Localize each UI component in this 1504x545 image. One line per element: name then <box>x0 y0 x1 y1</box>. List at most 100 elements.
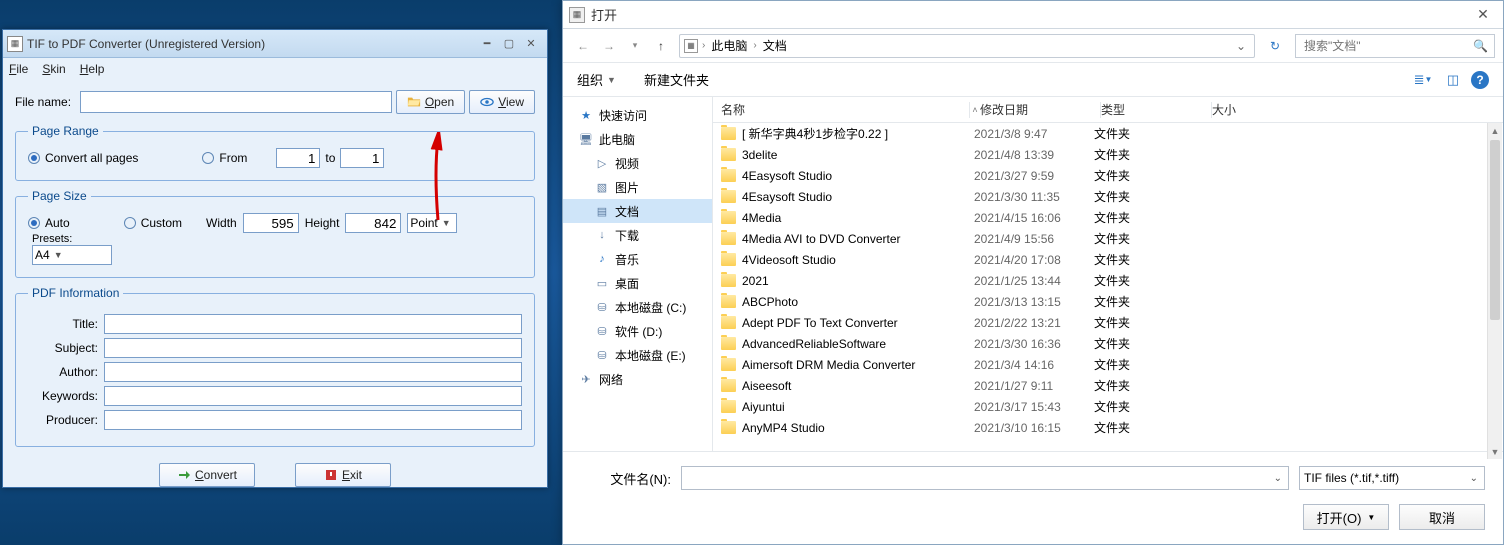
star-icon: ★ <box>579 108 593 122</box>
sidebar-item[interactable]: ▷视频 <box>563 151 712 175</box>
radio-from[interactable]: From <box>202 151 247 165</box>
scroll-thumb[interactable] <box>1490 140 1500 320</box>
column-type[interactable]: 类型 <box>1101 101 1211 118</box>
chevron-down-icon[interactable]: ⌄ <box>1468 473 1480 484</box>
title-input[interactable] <box>104 314 522 334</box>
sidebar-item[interactable]: ✈网络 <box>563 367 712 391</box>
radio-convert-all[interactable]: Convert all pages <box>28 151 138 165</box>
view-mode-button[interactable]: ≣ ▼ <box>1411 68 1435 92</box>
page-range-legend: Page Range <box>28 124 103 138</box>
author-label: Author: <box>28 365 98 379</box>
vertical-scrollbar[interactable]: ▲ ▼ <box>1487 123 1502 459</box>
nav-forward-button[interactable]: → <box>597 34 621 58</box>
filename-combo[interactable]: ⌄ <box>681 466 1289 490</box>
file-input[interactable] <box>80 91 392 113</box>
file-row[interactable]: Aimersoft DRM Media Converter2021/3/4 14… <box>713 354 1503 375</box>
nav-back-button[interactable]: ← <box>571 34 595 58</box>
to-input[interactable] <box>340 148 384 168</box>
refresh-button[interactable]: ↻ <box>1263 34 1287 58</box>
breadcrumb-this-pc[interactable]: 此电脑 <box>707 37 751 54</box>
column-name[interactable]: 名称 <box>713 101 969 118</box>
file-row[interactable]: 4Videosoft Studio2021/4/20 17:08文件夹 <box>713 249 1503 270</box>
help-button[interactable]: ? <box>1471 71 1489 89</box>
file-row[interactable]: Aiyuntui2021/3/17 15:43文件夹 <box>713 396 1503 417</box>
breadcrumb-documents[interactable]: 文档 <box>759 37 791 54</box>
radio-custom[interactable]: Custom <box>124 216 182 230</box>
sidebar-item[interactable]: ▤文档 <box>563 199 712 223</box>
sidebar-item[interactable]: ⛁本地磁盘 (E:) <box>563 343 712 367</box>
menu-skin[interactable]: Skin <box>42 62 65 76</box>
filter-combo[interactable]: TIF files (*.tif,*.tiff) ⌄ <box>1299 466 1485 490</box>
exit-button[interactable]: Exit <box>295 463 391 487</box>
file-row[interactable]: 4Media AVI to DVD Converter2021/4/9 15:5… <box>713 228 1503 249</box>
close-button[interactable]: ✕ <box>521 36 541 52</box>
radio-auto[interactable]: Auto <box>28 216 70 230</box>
nav-recent-button[interactable]: ▾ <box>623 34 647 58</box>
file-row[interactable]: 20212021/1/25 13:44文件夹 <box>713 270 1503 291</box>
sidebar-item[interactable]: ▭桌面 <box>563 271 712 295</box>
file-row[interactable]: Aiseesoft2021/1/27 9:11文件夹 <box>713 375 1503 396</box>
sidebar-item[interactable]: ↓下载 <box>563 223 712 247</box>
subject-input[interactable] <box>104 338 522 358</box>
sidebar-item-label: 软件 (D:) <box>615 323 662 340</box>
sidebar-item[interactable]: 🖥此电脑 <box>563 127 712 151</box>
file-row[interactable]: [ 新华字典4秒1步检字0.22 ]2021/3/8 9:47文件夹 <box>713 123 1503 144</box>
unit-select[interactable]: Point ▼ <box>407 213 457 233</box>
organize-menu[interactable]: 组织 ▼ <box>577 70 616 89</box>
author-input[interactable] <box>104 362 522 382</box>
minimize-button[interactable]: ━ <box>477 36 497 52</box>
page-size-legend: Page Size <box>28 189 91 203</box>
menu-help[interactable]: Help <box>80 62 105 76</box>
column-date[interactable]: 修改日期 <box>980 101 1100 118</box>
file-row[interactable]: AnyMP4 Studio2021/3/10 16:15文件夹 <box>713 417 1503 438</box>
dialog-open-button[interactable]: 打开(O) ▼ <box>1303 504 1389 530</box>
file-row[interactable]: 3delite2021/4/8 13:39文件夹 <box>713 144 1503 165</box>
convert-button[interactable]: Convert <box>159 463 255 487</box>
file-type: 文件夹 <box>1094 314 1204 331</box>
search-input[interactable] <box>1302 38 1473 54</box>
nav-up-button[interactable]: ↑ <box>649 34 673 58</box>
view-button[interactable]: View <box>469 90 535 114</box>
width-label: Width <box>206 216 237 230</box>
file-row: File name: Open View <box>15 90 535 114</box>
breadcrumb-bar[interactable]: ▦ › 此电脑 › 文档 ⌄ <box>679 34 1255 58</box>
column-size[interactable]: 大小 <box>1212 101 1300 118</box>
file-label: File name: <box>15 95 80 109</box>
height-input[interactable] <box>345 213 401 233</box>
folder-icon <box>721 127 736 140</box>
file-row[interactable]: 4Esaysoft Studio2021/3/30 11:35文件夹 <box>713 186 1503 207</box>
folder-icon <box>721 421 736 434</box>
sidebar-item[interactable]: ▧图片 <box>563 175 712 199</box>
open-button[interactable]: Open <box>396 90 465 114</box>
preset-select[interactable]: A4 ▼ <box>32 245 112 265</box>
file-row[interactable]: AdvancedReliableSoftware2021/3/30 16:36文… <box>713 333 1503 354</box>
preview-pane-button[interactable]: ◫ <box>1441 68 1465 92</box>
file-date: 2021/4/8 13:39 <box>974 148 1094 162</box>
sidebar-item-label: 桌面 <box>615 275 639 292</box>
sidebar-item[interactable]: ♪音乐 <box>563 247 712 271</box>
menu-file[interactable]: File <box>9 62 28 76</box>
file-date: 2021/3/13 13:15 <box>974 295 1094 309</box>
file-row[interactable]: Adept PDF To Text Converter2021/2/22 13:… <box>713 312 1503 333</box>
search-box[interactable]: 🔍 <box>1295 34 1495 58</box>
width-input[interactable] <box>243 213 299 233</box>
scroll-down-button[interactable]: ▼ <box>1488 444 1502 459</box>
keywords-input[interactable] <box>104 386 522 406</box>
file-list: 名称 ˄ 修改日期 类型 大小 [ 新华字典4秒1步检字0.22 ]2021/3… <box>713 97 1503 451</box>
producer-input[interactable] <box>104 410 522 430</box>
sidebar-item[interactable]: ⛁本地磁盘 (C:) <box>563 295 712 319</box>
path-dropdown[interactable]: ⌄ <box>1232 39 1250 53</box>
dialog-close-button[interactable]: ✕ <box>1469 5 1497 25</box>
new-folder-button[interactable]: 新建文件夹 <box>644 70 709 89</box>
file-row[interactable]: 4Media2021/4/15 16:06文件夹 <box>713 207 1503 228</box>
maximize-button[interactable]: ▢ <box>499 36 519 52</box>
scroll-up-button[interactable]: ▲ <box>1488 123 1502 138</box>
radio-dot-icon <box>124 217 136 229</box>
from-input[interactable] <box>276 148 320 168</box>
sidebar-item[interactable]: ⛁软件 (D:) <box>563 319 712 343</box>
dialog-cancel-button[interactable]: 取消 <box>1399 504 1485 530</box>
sidebar-item[interactable]: ★快速访问 <box>563 103 712 127</box>
file-row[interactable]: 4Easysoft Studio2021/3/27 9:59文件夹 <box>713 165 1503 186</box>
chevron-down-icon[interactable]: ⌄ <box>1272 473 1284 484</box>
file-row[interactable]: ABCPhoto2021/3/13 13:15文件夹 <box>713 291 1503 312</box>
